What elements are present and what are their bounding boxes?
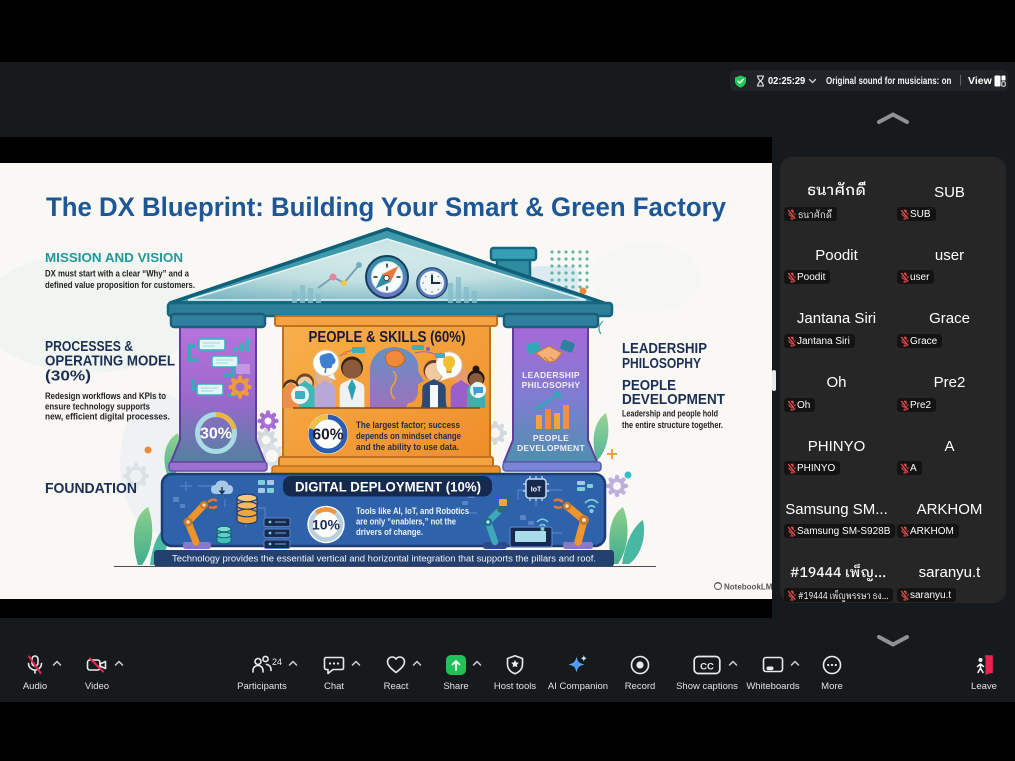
svg-text:30%: 30% (200, 426, 232, 443)
svg-text:DEVELOPMENT: DEVELOPMENT (517, 443, 586, 453)
svg-text:Redesign workflows and KPIs to: Redesign workflows and KPIs to (45, 391, 166, 401)
svg-text:The DX Blueprint: Building You: The DX Blueprint: Building Your Smart & … (46, 192, 726, 222)
svg-text:The largest factor; success: The largest factor; success (356, 420, 460, 430)
svg-text:PROCESSES &: PROCESSES & (45, 339, 133, 355)
svg-text:new, efficient digital process: new, efficient digital processes. (45, 412, 170, 422)
svg-text:DX must start with a clear “Wh: DX must start with a clear “Why” and a (45, 269, 190, 279)
svg-text:DEVELOPMENT: DEVELOPMENT (622, 391, 725, 408)
svg-text:and the ability to use data.: and the ability to use data. (356, 442, 459, 452)
svg-text:depends on mindset change: depends on mindset change (356, 431, 461, 441)
svg-text:MISSION AND VISION: MISSION AND VISION (45, 251, 183, 265)
svg-text:(30%): (30%) (45, 368, 91, 384)
svg-text:OPERATING MODEL: OPERATING MODEL (45, 354, 175, 370)
svg-text:IoT: IoT (531, 487, 542, 494)
svg-text:10%: 10% (312, 517, 341, 533)
svg-text:PEOPLE & SKILLS (60%): PEOPLE & SKILLS (60%) (309, 329, 466, 346)
svg-text:drivers of change.: drivers of change. (356, 527, 423, 537)
svg-text:Technology provides the essent: Technology provides the essential vertic… (172, 554, 596, 564)
svg-text:ensure technology supports: ensure technology supports (45, 401, 150, 411)
svg-text:FOUNDATION: FOUNDATION (45, 480, 137, 497)
svg-text:Leadership and people hold: Leadership and people hold (622, 409, 718, 419)
svg-text:NotebookLM: NotebookLM (724, 583, 772, 592)
svg-text:the entire structure together.: the entire structure together. (622, 420, 723, 430)
svg-text:60%: 60% (312, 427, 343, 444)
svg-text:CC: CC (700, 662, 714, 673)
svg-text:PHILOSOPHY: PHILOSOPHY (522, 380, 581, 390)
svg-text:are only “enablers,” not the: are only “enablers,” not the (356, 517, 456, 527)
svg-text:LEADERSHIP: LEADERSHIP (522, 370, 580, 380)
svg-text:Tools like AI, IoT, and Roboti: Tools like AI, IoT, and Robotics (356, 506, 469, 516)
svg-text:PEOPLE: PEOPLE (533, 433, 569, 443)
svg-text:DIGITAL DEPLOYMENT (10%): DIGITAL DEPLOYMENT (10%) (295, 479, 481, 495)
svg-text:PHILOSOPHY: PHILOSOPHY (622, 355, 701, 372)
svg-text:defined value proposition for: defined value proposition for customers. (45, 280, 195, 290)
